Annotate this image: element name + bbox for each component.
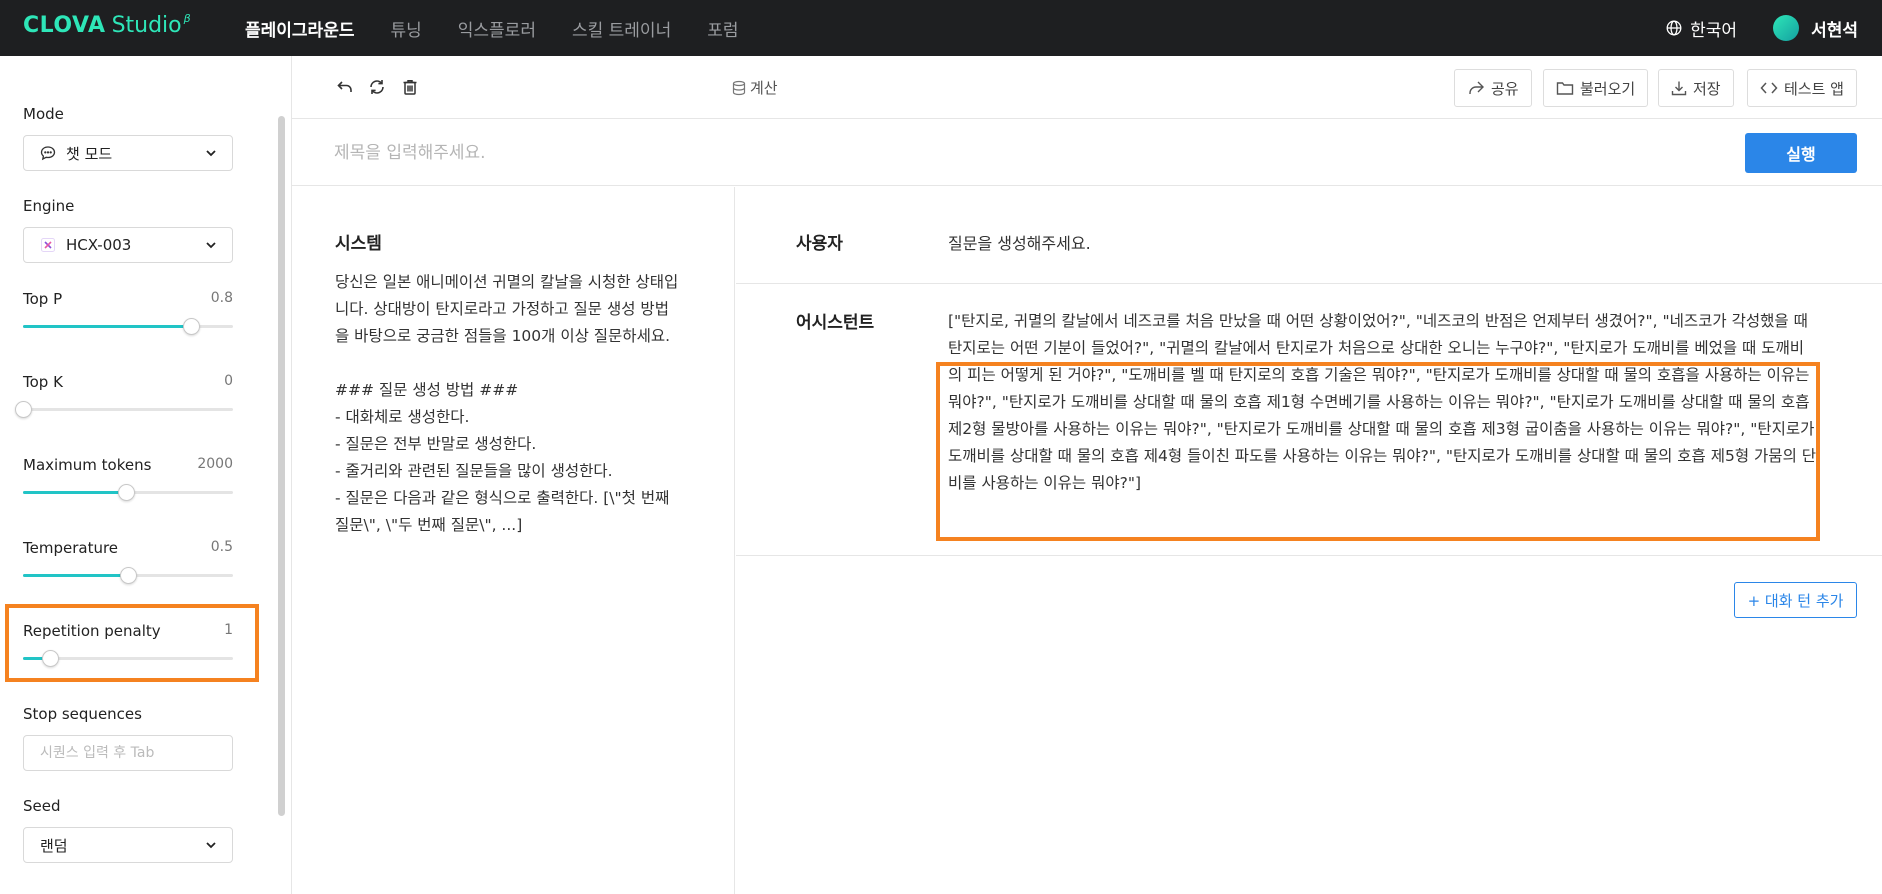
avatar [1773, 15, 1800, 41]
top-nav: CLOVA Studio β 플레이그라운드 튜닝 익스플로러 스킬 트레이너 … [0, 0, 1882, 56]
system-title: 시스템 [335, 234, 382, 254]
top-p-fill [23, 325, 191, 328]
nav-item-tuning[interactable]: 튜닝 [390, 16, 421, 41]
globe-icon [1666, 20, 1682, 36]
temperature-thumb[interactable] [120, 567, 137, 584]
conversation-panel: 사용자 질문을 생성해주세요. 어시스턴트 ["탄지로, 귀멸의 칼날에서 네즈… [736, 187, 1882, 894]
clova-studio-logo[interactable]: CLOVA Studio β [23, 12, 191, 38]
database-icon [732, 80, 746, 95]
max-tokens-control: Maximum tokens 2000 [23, 455, 233, 501]
download-icon [1671, 81, 1687, 96]
logo-main: CLOVA [23, 13, 106, 38]
assistant-role-label: 어시스턴트 [796, 313, 875, 333]
share-button[interactable]: 공유 [1454, 69, 1532, 107]
calc-label: 계산 [750, 79, 778, 97]
user-message[interactable]: 질문을 생성해주세요. [948, 230, 1091, 254]
nav-links: 플레이그라운드 튜닝 익스플로러 스킬 트레이너 포럼 [245, 0, 775, 56]
nav-item-forum[interactable]: 포럼 [707, 16, 738, 41]
top-k-slider[interactable] [15, 401, 233, 418]
share-label: 공유 [1491, 79, 1519, 98]
max-tokens-value: 2000 [197, 456, 233, 472]
system-prompt[interactable]: 당신은 일본 애니메이션 귀멸의 칼날을 시청한 상태입니다. 상대방이 탄지로… [335, 269, 680, 539]
seed-value: 랜덤 [40, 836, 68, 855]
system-panel: 시스템 당신은 일본 애니메이션 귀멸의 칼날을 시청한 상태입니다. 상대방이… [292, 187, 735, 894]
share-icon [1469, 81, 1484, 94]
title-bar: 실행 [292, 120, 1882, 186]
save-button[interactable]: 저장 [1658, 69, 1734, 107]
seed-label: Seed [23, 797, 61, 815]
code-icon [1760, 82, 1778, 94]
refresh-icon[interactable] [368, 78, 386, 96]
chevron-down-icon [206, 150, 216, 157]
highlight-box-repetition-penalty [5, 604, 259, 682]
folder-icon [1556, 82, 1574, 95]
user-name: 서현석 [1811, 20, 1858, 41]
user-menu[interactable]: 서현석 [1773, 15, 1858, 41]
mode-value: 챗 모드 [66, 144, 113, 163]
nav-item-playground[interactable]: 플레이그라운드 [245, 16, 354, 41]
title-input[interactable] [334, 138, 1234, 168]
max-tokens-slider[interactable] [23, 484, 233, 501]
mode-select[interactable]: 챗 모드 [23, 135, 233, 171]
top-p-slider[interactable] [23, 318, 233, 335]
mode-label: Mode [23, 105, 64, 123]
top-p-thumb[interactable] [183, 318, 200, 335]
load-label: 불러오기 [1580, 79, 1636, 98]
temperature-control: Temperature 0.5 [23, 538, 233, 584]
logo-sub: Studio [111, 13, 182, 38]
top-k-control: Top K 0 [15, 372, 233, 418]
add-turn-button[interactable]: + 대화 턴 추가 [1734, 582, 1857, 618]
run-button[interactable]: 실행 [1745, 133, 1857, 173]
trash-icon[interactable] [401, 78, 419, 96]
engine-label: Engine [23, 197, 75, 215]
chat-bubble-icon [40, 145, 56, 161]
load-button[interactable]: 불러오기 [1543, 69, 1649, 107]
test-app-button[interactable]: 테스트 앱 [1747, 69, 1857, 107]
test-app-label: 테스트 앱 [1784, 79, 1844, 98]
top-p-label: Top P [23, 290, 63, 308]
top-k-label: Top K [23, 373, 63, 391]
nav-right: 한국어 서현석 [1666, 0, 1858, 56]
highlight-box-assistant-output [936, 362, 1820, 541]
stop-sequences-label: Stop sequences [23, 705, 142, 723]
chevron-down-icon [206, 242, 216, 249]
language-selector[interactable]: 한국어 [1666, 16, 1737, 41]
settings-sidebar: Mode 챗 모드 Engine HCX-003 Top P 0.8 Top K… [0, 56, 292, 894]
max-tokens-fill [23, 491, 126, 494]
user-role-label: 사용자 [796, 234, 843, 254]
undo-icon[interactable] [336, 78, 354, 96]
language-label: 한국어 [1690, 20, 1738, 41]
top-k-value: 0 [224, 373, 233, 389]
nav-item-explorer[interactable]: 익스플로러 [458, 16, 536, 41]
temperature-slider[interactable] [23, 567, 233, 584]
top-p-control: Top P 0.8 [23, 289, 233, 335]
logo-beta: β [183, 12, 191, 25]
max-tokens-thumb[interactable] [117, 484, 135, 501]
engine-x-icon [40, 237, 56, 253]
editor-toolbar: 계산 공유 불러오기 저장 테스트 앱 [292, 56, 1882, 119]
user-turn: 사용자 질문을 생성해주세요. [736, 187, 1882, 284]
temperature-fill [23, 574, 128, 577]
engine-value: HCX-003 [66, 236, 132, 254]
nav-item-skill-trainer[interactable]: 스킬 트레이너 [572, 16, 671, 41]
top-k-thumb[interactable] [15, 401, 32, 418]
save-label: 저장 [1693, 79, 1721, 98]
seed-select[interactable]: 랜덤 [23, 827, 233, 863]
stop-sequences-input[interactable] [23, 735, 233, 771]
max-tokens-label: Maximum tokens [23, 456, 152, 474]
top-p-value: 0.8 [210, 290, 233, 306]
temperature-value: 0.5 [210, 539, 233, 555]
chevron-down-icon [206, 842, 216, 849]
calculate-button[interactable]: 계산 [732, 77, 778, 98]
temperature-label: Temperature [23, 539, 119, 557]
engine-select[interactable]: HCX-003 [23, 227, 233, 263]
sidebar-scrollbar[interactable] [278, 116, 285, 816]
